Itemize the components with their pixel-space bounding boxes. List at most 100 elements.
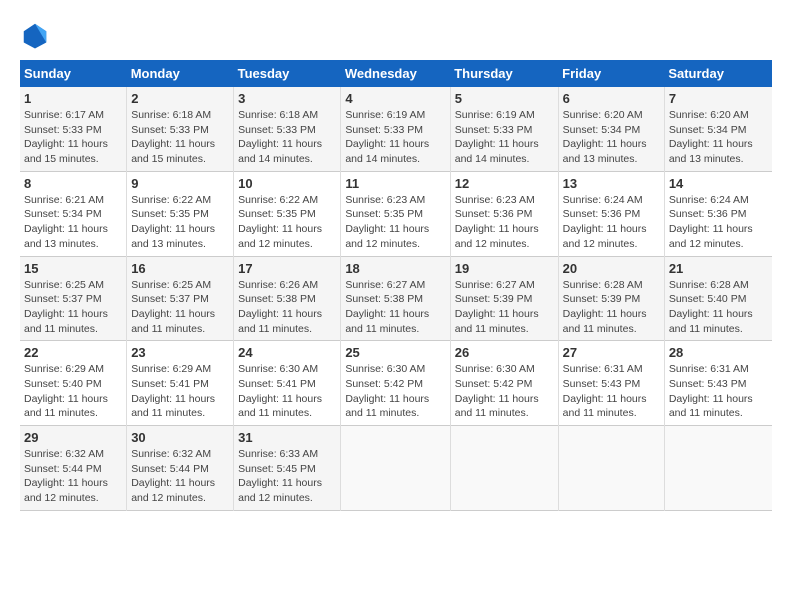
day-info: Sunrise: 6:30 AM Sunset: 5:41 PM Dayligh… [238, 362, 336, 421]
day-info: Sunrise: 6:33 AM Sunset: 5:45 PM Dayligh… [238, 447, 336, 506]
day-number: 11 [345, 176, 445, 191]
day-number: 16 [131, 261, 229, 276]
calendar-cell: 26Sunrise: 6:30 AM Sunset: 5:42 PM Dayli… [450, 341, 558, 426]
calendar-cell: 1 Sunrise: 6:17 AM Sunset: 5:33 PM Daylig… [20, 87, 127, 171]
day-info: Sunrise: 6:24 AM Sunset: 5:36 PM Dayligh… [669, 193, 768, 252]
day-info: Sunrise: 6:20 AM Sunset: 5:34 PM Dayligh… [669, 108, 768, 167]
calendar-cell [450, 426, 558, 511]
calendar-cell [664, 426, 772, 511]
day-info: Sunrise: 6:28 AM Sunset: 5:39 PM Dayligh… [563, 278, 660, 337]
day-info: Sunrise: 6:25 AM Sunset: 5:37 PM Dayligh… [24, 278, 122, 337]
day-number: 31 [238, 430, 336, 445]
col-friday: Friday [558, 60, 664, 87]
calendar-cell: 25 Sunrise: 6:30 AM Sunset: 5:42 PM Dayli… [341, 341, 450, 426]
day-number: 7 [669, 91, 768, 106]
day-info: Sunrise: 6:31 AM Sunset: 5:43 PM Dayligh… [563, 362, 660, 421]
day-info: Sunrise: 6:27 AM Sunset: 5:39 PM Dayligh… [455, 278, 554, 337]
day-info: Sunrise: 6:28 AM Sunset: 5:40 PM Dayligh… [669, 278, 768, 337]
calendar-cell: 21 Sunrise: 6:28 AM Sunset: 5:40 PM Dayli… [664, 256, 772, 341]
calendar-cell: 2 Sunrise: 6:18 AM Sunset: 5:33 PM Daylig… [127, 87, 234, 171]
calendar-cell: 31 Sunrise: 6:33 AM Sunset: 5:45 PM Dayli… [234, 426, 341, 511]
day-info: Sunrise: 6:17 AM Sunset: 5:33 PM Dayligh… [24, 108, 122, 167]
day-number: 1 [24, 91, 122, 106]
day-number: 6 [563, 91, 660, 106]
day-number: 28 [669, 345, 768, 360]
day-number: 23 [131, 345, 229, 360]
day-number: 14 [669, 176, 768, 191]
col-thursday: Thursday [450, 60, 558, 87]
day-info: Sunrise: 6:32 AM Sunset: 5:44 PM Dayligh… [131, 447, 229, 506]
calendar-cell: 19 Sunrise: 6:27 AM Sunset: 5:39 PM Dayli… [450, 256, 558, 341]
calendar-cell: 11 Sunrise: 6:23 AM Sunset: 5:35 PM Dayli… [341, 171, 450, 256]
calendar-cell: 8Sunrise: 6:21 AM Sunset: 5:34 PM Daylig… [20, 171, 127, 256]
calendar-cell: 29 Sunrise: 6:32 AM Sunset: 5:44 PM Dayli… [20, 426, 127, 511]
day-info: Sunrise: 6:26 AM Sunset: 5:38 PM Dayligh… [238, 278, 336, 337]
day-info: Sunrise: 6:23 AM Sunset: 5:35 PM Dayligh… [345, 193, 445, 252]
day-info: Sunrise: 6:29 AM Sunset: 5:41 PM Dayligh… [131, 362, 229, 421]
calendar-cell: 7 Sunrise: 6:20 AM Sunset: 5:34 PM Daylig… [664, 87, 772, 171]
day-info: Sunrise: 6:20 AM Sunset: 5:34 PM Dayligh… [563, 108, 660, 167]
calendar-cell: 28 Sunrise: 6:31 AM Sunset: 5:43 PM Dayli… [664, 341, 772, 426]
calendar-cell: 3Sunrise: 6:18 AM Sunset: 5:33 PM Daylig… [234, 87, 341, 171]
day-number: 24 [238, 345, 336, 360]
calendar-cell: 22Sunrise: 6:29 AM Sunset: 5:40 PM Dayli… [20, 341, 127, 426]
calendar-cell [341, 426, 450, 511]
day-number: 12 [455, 176, 554, 191]
calendar-cell: 18 Sunrise: 6:27 AM Sunset: 5:38 PM Dayli… [341, 256, 450, 341]
header-row: Sunday Monday Tuesday Wednesday Thursday… [20, 60, 772, 87]
calendar-header: Sunday Monday Tuesday Wednesday Thursday… [20, 60, 772, 87]
day-info: Sunrise: 6:18 AM Sunset: 5:33 PM Dayligh… [131, 108, 229, 167]
day-number: 4 [345, 91, 445, 106]
calendar-cell: 5Sunrise: 6:19 AM Sunset: 5:33 PM Daylig… [450, 87, 558, 171]
day-info: Sunrise: 6:19 AM Sunset: 5:33 PM Dayligh… [345, 108, 445, 167]
day-number: 19 [455, 261, 554, 276]
calendar-week-3: 15 Sunrise: 6:25 AM Sunset: 5:37 PM Dayli… [20, 256, 772, 341]
calendar-cell: 14 Sunrise: 6:24 AM Sunset: 5:36 PM Dayli… [664, 171, 772, 256]
day-info: Sunrise: 6:24 AM Sunset: 5:36 PM Dayligh… [563, 193, 660, 252]
calendar-cell: 30 Sunrise: 6:32 AM Sunset: 5:44 PM Dayli… [127, 426, 234, 511]
day-number: 8 [24, 176, 122, 191]
calendar-cell: 15 Sunrise: 6:25 AM Sunset: 5:37 PM Dayli… [20, 256, 127, 341]
calendar-week-1: 1 Sunrise: 6:17 AM Sunset: 5:33 PM Daylig… [20, 87, 772, 171]
calendar-cell: 9Sunrise: 6:22 AM Sunset: 5:35 PM Daylig… [127, 171, 234, 256]
calendar-body: 1 Sunrise: 6:17 AM Sunset: 5:33 PM Daylig… [20, 87, 772, 510]
day-number: 10 [238, 176, 336, 191]
day-info: Sunrise: 6:30 AM Sunset: 5:42 PM Dayligh… [345, 362, 445, 421]
day-info: Sunrise: 6:22 AM Sunset: 5:35 PM Dayligh… [238, 193, 336, 252]
day-info: Sunrise: 6:18 AM Sunset: 5:33 PM Dayligh… [238, 108, 336, 167]
day-info: Sunrise: 6:23 AM Sunset: 5:36 PM Dayligh… [455, 193, 554, 252]
col-sunday: Sunday [20, 60, 127, 87]
day-info: Sunrise: 6:31 AM Sunset: 5:43 PM Dayligh… [669, 362, 768, 421]
calendar-week-2: 8Sunrise: 6:21 AM Sunset: 5:34 PM Daylig… [20, 171, 772, 256]
day-number: 27 [563, 345, 660, 360]
page-header [20, 20, 772, 50]
day-info: Sunrise: 6:30 AM Sunset: 5:42 PM Dayligh… [455, 362, 554, 421]
day-number: 25 [345, 345, 445, 360]
day-number: 30 [131, 430, 229, 445]
calendar-cell: 24 Sunrise: 6:30 AM Sunset: 5:41 PM Dayli… [234, 341, 341, 426]
day-info: Sunrise: 6:27 AM Sunset: 5:38 PM Dayligh… [345, 278, 445, 337]
calendar-cell: 20 Sunrise: 6:28 AM Sunset: 5:39 PM Dayli… [558, 256, 664, 341]
calendar-cell: 10 Sunrise: 6:22 AM Sunset: 5:35 PM Dayli… [234, 171, 341, 256]
day-info: Sunrise: 6:32 AM Sunset: 5:44 PM Dayligh… [24, 447, 122, 506]
day-number: 15 [24, 261, 122, 276]
day-info: Sunrise: 6:22 AM Sunset: 5:35 PM Dayligh… [131, 193, 229, 252]
calendar-week-4: 22Sunrise: 6:29 AM Sunset: 5:40 PM Dayli… [20, 341, 772, 426]
day-number: 2 [131, 91, 229, 106]
day-number: 29 [24, 430, 122, 445]
col-saturday: Saturday [664, 60, 772, 87]
day-info: Sunrise: 6:29 AM Sunset: 5:40 PM Dayligh… [24, 362, 122, 421]
calendar-cell: 13Sunrise: 6:24 AM Sunset: 5:36 PM Dayli… [558, 171, 664, 256]
day-number: 21 [669, 261, 768, 276]
logo [20, 20, 54, 50]
logo-icon [20, 20, 50, 50]
day-number: 5 [455, 91, 554, 106]
calendar-cell: 17Sunrise: 6:26 AM Sunset: 5:38 PM Dayli… [234, 256, 341, 341]
day-number: 18 [345, 261, 445, 276]
calendar-cell: 27 Sunrise: 6:31 AM Sunset: 5:43 PM Dayli… [558, 341, 664, 426]
calendar-cell: 12 Sunrise: 6:23 AM Sunset: 5:36 PM Dayli… [450, 171, 558, 256]
col-tuesday: Tuesday [234, 60, 341, 87]
calendar-cell: 23 Sunrise: 6:29 AM Sunset: 5:41 PM Dayli… [127, 341, 234, 426]
day-number: 20 [563, 261, 660, 276]
calendar-week-5: 29 Sunrise: 6:32 AM Sunset: 5:44 PM Dayli… [20, 426, 772, 511]
